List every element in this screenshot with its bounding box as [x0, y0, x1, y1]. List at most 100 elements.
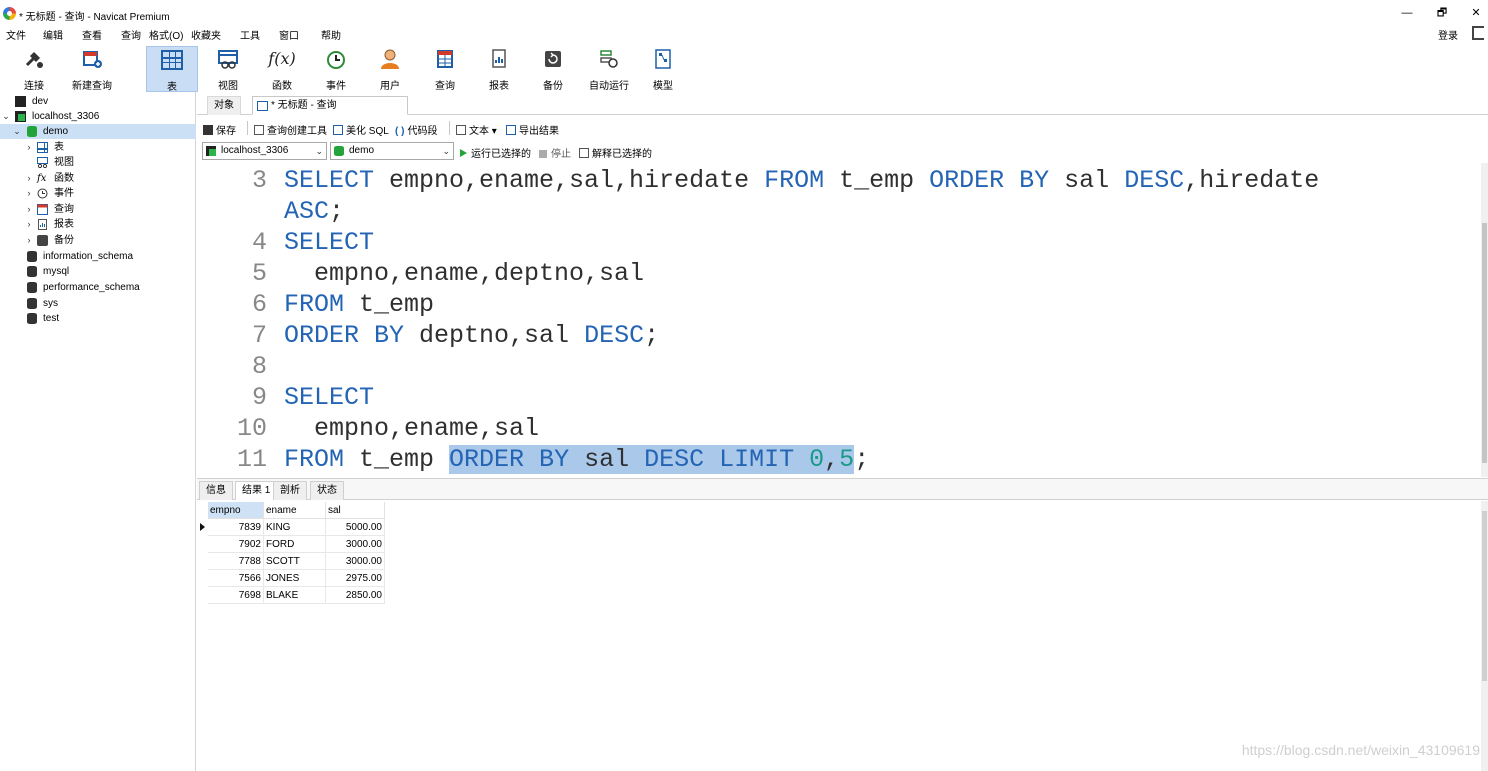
text-button[interactable]: 文本 ▾ [456, 122, 497, 137]
tab-status[interactable]: 状态 [310, 481, 344, 500]
tree-database-sys[interactable]: sys [0, 296, 196, 311]
table-cell-sal[interactable]: 2850.00 [326, 587, 385, 604]
chevron-right-icon[interactable]: › [25, 233, 33, 248]
grid-scrollbar[interactable] [1481, 501, 1488, 771]
table-cell-empno[interactable]: 7839 [208, 519, 264, 536]
login-link[interactable]: 登录 [1438, 27, 1458, 42]
table-cell-sal[interactable]: 2975.00 [326, 570, 385, 587]
line-number: 10 [236, 414, 267, 443]
table-cell-ename[interactable]: KING [264, 519, 326, 536]
tree-connection-localhost[interactable]: ⌄ localhost_3306 [0, 109, 196, 124]
column-header-ename[interactable]: ename [264, 502, 326, 519]
backup-button[interactable]: 备份 [527, 46, 579, 92]
query-builder-button[interactable]: 查询创建工具 [254, 122, 327, 137]
table-row[interactable]: 7788 SCOTT 3000.00 [200, 553, 390, 570]
tree-database-information-schema[interactable]: information_schema [0, 249, 196, 264]
selected-token: 5 [839, 445, 855, 474]
scrollbar-thumb[interactable] [1482, 223, 1487, 463]
table-cell-empno[interactable]: 7566 [208, 570, 264, 587]
tree-reports[interactable]: › 报表 [0, 217, 196, 232]
save-button[interactable]: 保存 [203, 122, 236, 137]
maximize-button[interactable]: 🗗 [1427, 6, 1457, 20]
menu-edit[interactable]: 编辑 [43, 27, 63, 42]
tree-database-demo[interactable]: ⌄ demo [0, 124, 196, 139]
scrollbar-thumb[interactable] [1482, 511, 1487, 681]
table-cell-ename[interactable]: JONES [264, 570, 326, 587]
tree-connection-dev[interactable]: dev [0, 94, 196, 109]
tree-database-test[interactable]: test [0, 311, 196, 326]
chevron-right-icon[interactable]: › [25, 140, 33, 155]
event-button[interactable]: 事件 [310, 46, 362, 92]
code-text: SELECT empno,ename,sal,hiredate FROM t_e… [284, 165, 1319, 196]
tree-events[interactable]: › 事件 [0, 186, 196, 201]
menu-format[interactable]: 格式(O) [149, 27, 183, 42]
table-row[interactable]: 7566 JONES 2975.00 [200, 570, 390, 587]
menu-view[interactable]: 查看 [82, 27, 102, 42]
table-cell-sal[interactable]: 3000.00 [326, 536, 385, 553]
table-cell-ename[interactable]: FORD [264, 536, 326, 553]
tab-info[interactable]: 信息 [199, 481, 233, 500]
column-header-sal[interactable]: sal [326, 502, 385, 519]
connection-select[interactable]: localhost_3306 ⌄ [202, 142, 327, 160]
run-selected-button[interactable]: 运行已选择的 [460, 145, 531, 160]
table-cell-ename[interactable]: BLAKE [264, 587, 326, 604]
tab-objects[interactable]: 对象 [207, 96, 241, 115]
table-button[interactable]: 表 [146, 46, 198, 93]
function-button[interactable]: f(x) 函数 [256, 46, 308, 92]
view-button[interactable]: 视图 [202, 46, 254, 92]
model-button[interactable]: 模型 [637, 46, 689, 92]
code-snippet-button[interactable]: ( ) 代码段 [395, 122, 437, 137]
tree-views[interactable]: 视图 [0, 155, 196, 170]
user-button[interactable]: 用户 [364, 46, 416, 92]
minimize-button[interactable]: — [1392, 6, 1422, 20]
menu-query[interactable]: 查询 [121, 27, 141, 42]
table-icon [161, 50, 183, 70]
table-cell-empno[interactable]: 7788 [208, 553, 264, 570]
export-results-button[interactable]: 导出结果 [506, 122, 559, 137]
beautify-sql-button[interactable]: 美化 SQL [333, 122, 389, 137]
query-button[interactable]: 查询 [419, 46, 471, 92]
chevron-down-icon[interactable]: ⌄ [2, 109, 10, 124]
table-cell-empno[interactable]: 7902 [208, 536, 264, 553]
menu-tools[interactable]: 工具 [240, 27, 260, 42]
connect-button[interactable]: 连接 [8, 46, 60, 92]
sql-editor[interactable]: 3 SELECT empno,ename,sal,hiredate FROM t_… [197, 163, 1481, 477]
chevron-right-icon[interactable]: › [25, 202, 33, 217]
table-row[interactable]: 7902 FORD 3000.00 [200, 536, 390, 553]
new-query-button[interactable]: 新建查询 [66, 46, 118, 92]
menu-help[interactable]: 帮助 [321, 27, 341, 42]
tree-functions[interactable]: › fx 函数 [0, 171, 196, 186]
chevron-down-icon[interactable]: ▾ [492, 126, 497, 137]
chevron-right-icon[interactable]: › [25, 186, 33, 201]
table-cell-ename[interactable]: SCOTT [264, 553, 326, 570]
chevron-right-icon[interactable]: › [25, 217, 33, 232]
close-button[interactable]: ✕ [1461, 6, 1488, 20]
schedule-button[interactable]: 自动运行 [583, 46, 635, 92]
login-icon[interactable] [1472, 26, 1484, 40]
tree-tables[interactable]: › 表 [0, 140, 196, 155]
code-token: ; [854, 445, 870, 474]
tree-backups[interactable]: › 备份 [0, 233, 196, 248]
menu-favorites[interactable]: 收藏夹 [191, 27, 221, 42]
menu-file[interactable]: 文件 [6, 27, 26, 42]
table-row[interactable]: 7698 BLAKE 2850.00 [200, 587, 390, 604]
table-cell-empno[interactable]: 7698 [208, 587, 264, 604]
tab-profile[interactable]: 剖析 [273, 481, 307, 500]
tab-query[interactable]: * 无标题 - 查询 [252, 96, 408, 115]
tree-database-mysql[interactable]: mysql [0, 264, 196, 279]
tree-database-performance-schema[interactable]: performance_schema [0, 280, 196, 295]
chevron-down-icon[interactable]: ⌄ [13, 124, 21, 139]
tab-result-1[interactable]: 结果 1 [235, 481, 278, 500]
table-cell-sal[interactable]: 5000.00 [326, 519, 385, 536]
table-row[interactable]: 7839 KING 5000.00 [200, 519, 390, 536]
stop-button[interactable]: 停止 [539, 145, 571, 160]
table-cell-sal[interactable]: 3000.00 [326, 553, 385, 570]
menu-window[interactable]: 窗口 [279, 27, 299, 42]
chevron-right-icon[interactable]: › [25, 171, 33, 186]
column-header-empno[interactable]: empno [208, 502, 264, 519]
explain-selected-button[interactable]: 解释已选择的 [579, 145, 652, 160]
editor-scrollbar[interactable] [1481, 163, 1488, 477]
tree-queries[interactable]: › 查询 [0, 202, 196, 217]
report-button[interactable]: 报表 [473, 46, 525, 92]
database-select[interactable]: demo ⌄ [330, 142, 454, 160]
